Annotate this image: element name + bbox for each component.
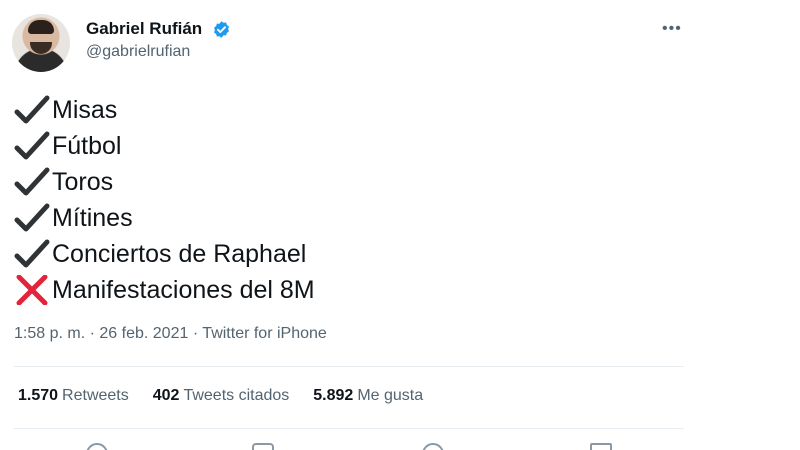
tweet-source-link[interactable]: Twitter for iPhone xyxy=(202,325,327,342)
meta-separator: · xyxy=(89,325,95,342)
avatar-beard xyxy=(30,42,52,54)
tweet-card: Gabriel Rufián @gabrielrufian ••• Misas … xyxy=(0,0,720,450)
action-bar xyxy=(0,439,720,450)
check-icon xyxy=(14,95,50,124)
tweet-line-text: Mítines xyxy=(52,203,133,232)
author-name[interactable]: Gabriel Rufián xyxy=(86,19,202,39)
more-options-icon[interactable]: ••• xyxy=(662,20,682,38)
avatar[interactable] xyxy=(12,14,70,72)
tweet-line: Mítines xyxy=(14,200,315,236)
likes-count: 5.892 xyxy=(313,387,354,404)
reply-icon[interactable] xyxy=(86,443,108,450)
divider xyxy=(14,428,684,429)
tweet-meta: 1:58 p. m. · 26 feb. 2021 · Twitter for … xyxy=(14,325,327,343)
tweet-line-text: Fútbol xyxy=(52,131,122,160)
tweet-line: Fútbol xyxy=(14,128,315,164)
retweets-count: 1.570 xyxy=(18,387,59,404)
retweets-label: Retweets xyxy=(62,387,129,404)
tweet-line-text: Misas xyxy=(52,95,118,124)
verified-badge-icon xyxy=(214,21,229,38)
tweet-time[interactable]: 1:58 p. m. xyxy=(14,325,85,342)
retweet-icon[interactable] xyxy=(252,443,274,450)
tweet-line: Toros xyxy=(14,164,315,200)
cross-icon xyxy=(16,275,48,305)
share-icon[interactable] xyxy=(590,443,612,450)
retweets-stat[interactable]: 1.570 Retweets xyxy=(18,387,129,405)
check-icon xyxy=(14,131,50,160)
likes-label: Me gusta xyxy=(357,387,424,404)
check-icon xyxy=(14,203,50,232)
tweet-line: Conciertos de Raphael xyxy=(14,236,315,272)
tweet-date[interactable]: 26 feb. 2021 xyxy=(99,325,188,342)
tweet-line: Misas xyxy=(14,92,315,128)
tweet-stats: 1.570 Retweets 402 Tweets citados 5.892 Me … xyxy=(18,387,447,405)
quote-tweets-stat[interactable]: 402 Tweets citados xyxy=(153,387,290,405)
likes-stat[interactable]: 5.892 Me gusta xyxy=(313,387,423,405)
tweet-line-text: Conciertos de Raphael xyxy=(52,239,307,268)
page-background xyxy=(720,0,800,450)
tweet-line: Manifestaciones del 8M xyxy=(14,272,315,308)
tweet-line-text: Manifestaciones del 8M xyxy=(52,275,315,304)
divider xyxy=(14,366,684,367)
check-icon xyxy=(14,167,50,196)
avatar-hair xyxy=(28,20,54,34)
tweet-text: Misas Fútbol Toros Mítines Conciertos de… xyxy=(14,92,315,308)
like-icon[interactable] xyxy=(422,443,444,450)
check-icon xyxy=(14,239,50,268)
quote-tweets-count: 402 xyxy=(152,387,180,404)
tweet-line-text: Toros xyxy=(52,167,114,196)
quote-tweets-label: Tweets citados xyxy=(183,387,290,404)
author-handle[interactable]: @gabrielrufian xyxy=(86,43,190,61)
meta-separator: · xyxy=(192,325,199,342)
